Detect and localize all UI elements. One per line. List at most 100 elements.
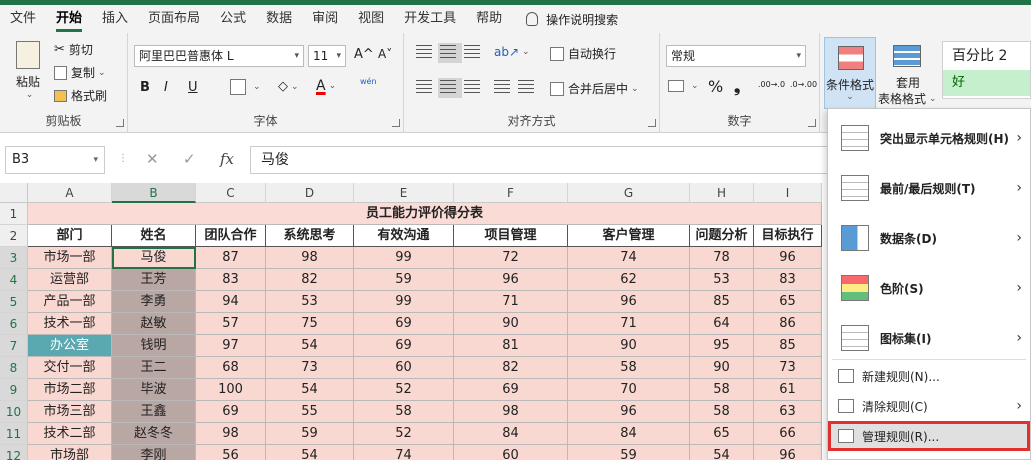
department-cell[interactable]: 办公室 — [28, 335, 112, 357]
menu-item-top-bottom-rules[interactable]: 最前/最后规则(T) › — [828, 163, 1030, 213]
tab-developer[interactable]: 开发工具 — [394, 5, 466, 33]
score-cell[interactable]: 62 — [568, 269, 690, 291]
align-center-button[interactable] — [438, 78, 462, 98]
score-cell[interactable]: 71 — [454, 291, 568, 313]
score-cell[interactable]: 83 — [754, 269, 822, 291]
score-cell[interactable]: 98 — [196, 423, 266, 445]
score-cell[interactable]: 73 — [754, 357, 822, 379]
score-cell[interactable]: 60 — [354, 357, 454, 379]
number-format-select[interactable]: 常规 ▾ — [666, 45, 806, 67]
score-cell[interactable]: 85 — [754, 335, 822, 357]
accounting-format-button[interactable]: ⌄ — [668, 80, 699, 92]
row-header-4[interactable]: 4 — [0, 269, 28, 291]
row-header-9[interactable]: 9 — [0, 379, 28, 401]
score-cell[interactable]: 66 — [754, 423, 822, 445]
column-title-cell[interactable]: 姓名 — [112, 225, 196, 247]
score-cell[interactable]: 81 — [454, 335, 568, 357]
font-color-button[interactable]: A ⌄ — [316, 78, 336, 94]
score-cell[interactable]: 54 — [266, 445, 354, 460]
menu-item-data-bars[interactable]: 数据条(D) › — [828, 213, 1030, 263]
score-cell[interactable]: 56 — [196, 445, 266, 460]
font-family-select[interactable]: 阿里巴巴普惠体 L ▾ — [134, 45, 304, 67]
score-cell[interactable]: 96 — [454, 269, 568, 291]
merge-center-button[interactable]: 合并后居中 ⌄ — [550, 80, 639, 97]
score-cell[interactable]: 68 — [196, 357, 266, 379]
shrink-font-button[interactable]: A˅ — [378, 47, 392, 61]
column-title-cell[interactable]: 客户管理 — [568, 225, 690, 247]
column-header-h[interactable]: H — [690, 183, 754, 203]
align-bottom-button[interactable] — [464, 45, 484, 61]
score-cell[interactable]: 96 — [568, 401, 690, 423]
score-cell[interactable]: 84 — [568, 423, 690, 445]
orientation-button[interactable]: ab↗ ⌄ — [494, 45, 530, 59]
score-cell[interactable]: 69 — [454, 379, 568, 401]
row-header-2[interactable]: 2 — [0, 225, 28, 247]
score-cell[interactable]: 63 — [754, 401, 822, 423]
format-as-table-button[interactable]: 表格格式 ⌄ — [878, 90, 937, 107]
phonetic-guide-button[interactable]: wén — [360, 77, 377, 86]
menu-item-new-rule[interactable]: 新建规则(N)... — [828, 361, 1030, 391]
row-header-7[interactable]: 7 — [0, 335, 28, 357]
column-title-cell[interactable]: 有效沟通 — [354, 225, 454, 247]
cut-button[interactable]: ✂ 剪切 — [54, 41, 93, 58]
score-cell[interactable]: 60 — [454, 445, 568, 460]
menu-item-icon-sets[interactable]: 图标集(I) › — [828, 313, 1030, 363]
cancel-entry-button[interactable]: ✕ — [146, 150, 159, 168]
department-cell[interactable]: 交付一部 — [28, 357, 112, 379]
name-cell[interactable]: 李刚 — [112, 445, 196, 460]
score-cell[interactable]: 58 — [690, 401, 754, 423]
score-cell[interactable]: 58 — [690, 379, 754, 401]
score-cell[interactable]: 72 — [454, 247, 568, 269]
style-percent-2[interactable]: 百分比 2 — [943, 42, 1030, 70]
score-cell[interactable]: 90 — [454, 313, 568, 335]
department-cell[interactable]: 市场三部 — [28, 401, 112, 423]
column-header-c[interactable]: C — [196, 183, 266, 203]
bold-button[interactable]: B — [140, 80, 150, 95]
score-cell[interactable]: 58 — [354, 401, 454, 423]
score-cell[interactable]: 82 — [454, 357, 568, 379]
score-cell[interactable]: 98 — [454, 401, 568, 423]
tab-formulas[interactable]: 公式 — [210, 5, 256, 33]
department-cell[interactable]: 技术二部 — [28, 423, 112, 445]
score-cell[interactable]: 85 — [690, 291, 754, 313]
italic-button[interactable]: I — [164, 80, 168, 95]
tab-help[interactable]: 帮助 — [466, 5, 512, 33]
menu-item-color-scales[interactable]: 色阶(S) › — [828, 263, 1030, 313]
name-cell[interactable]: 李勇 — [112, 291, 196, 313]
department-cell[interactable]: 技术一部 — [28, 313, 112, 335]
font-size-select[interactable]: 11 ▾ — [308, 45, 346, 67]
decrease-decimal-button[interactable]: .0→.00 — [790, 80, 817, 89]
menu-item-manage-rules[interactable]: 管理规则(R)... — [828, 421, 1030, 451]
score-cell[interactable]: 69 — [196, 401, 266, 423]
column-header-f[interactable]: F — [454, 183, 568, 203]
score-cell[interactable]: 54 — [266, 379, 354, 401]
column-header-a[interactable]: A — [28, 183, 112, 203]
format-painter-button[interactable]: 格式刷 — [54, 87, 107, 104]
column-header-g[interactable]: G — [568, 183, 690, 203]
department-cell[interactable]: 市场部 — [28, 445, 112, 460]
wrap-text-button[interactable]: 自动换行 — [550, 45, 616, 62]
score-cell[interactable]: 95 — [690, 335, 754, 357]
score-cell[interactable]: 59 — [568, 445, 690, 460]
score-cell[interactable]: 99 — [354, 247, 454, 269]
score-cell[interactable]: 84 — [454, 423, 568, 445]
score-cell[interactable]: 64 — [690, 313, 754, 335]
increase-decimal-button[interactable]: .00→.0 — [758, 80, 785, 89]
score-cell[interactable]: 74 — [354, 445, 454, 460]
dialog-launcher-icon[interactable] — [392, 119, 400, 127]
score-cell[interactable]: 58 — [568, 357, 690, 379]
score-cell[interactable]: 97 — [196, 335, 266, 357]
score-cell[interactable]: 52 — [354, 379, 454, 401]
name-cell[interactable]: 毕波 — [112, 379, 196, 401]
menu-item-clear-rules[interactable]: 清除规则(C) › — [828, 391, 1030, 421]
score-cell[interactable]: 83 — [196, 269, 266, 291]
select-all-corner[interactable] — [0, 183, 28, 203]
row-header-10[interactable]: 10 — [0, 401, 28, 423]
row-header-8[interactable]: 8 — [0, 357, 28, 379]
tab-home[interactable]: 开始 — [46, 5, 92, 33]
conditional-formatting-button[interactable]: 条件格式 ⌄ — [824, 37, 876, 109]
row-header-5[interactable]: 5 — [0, 291, 28, 313]
score-cell[interactable]: 52 — [354, 423, 454, 445]
decrease-indent-button[interactable] — [494, 80, 514, 96]
score-cell[interactable]: 96 — [754, 445, 822, 460]
